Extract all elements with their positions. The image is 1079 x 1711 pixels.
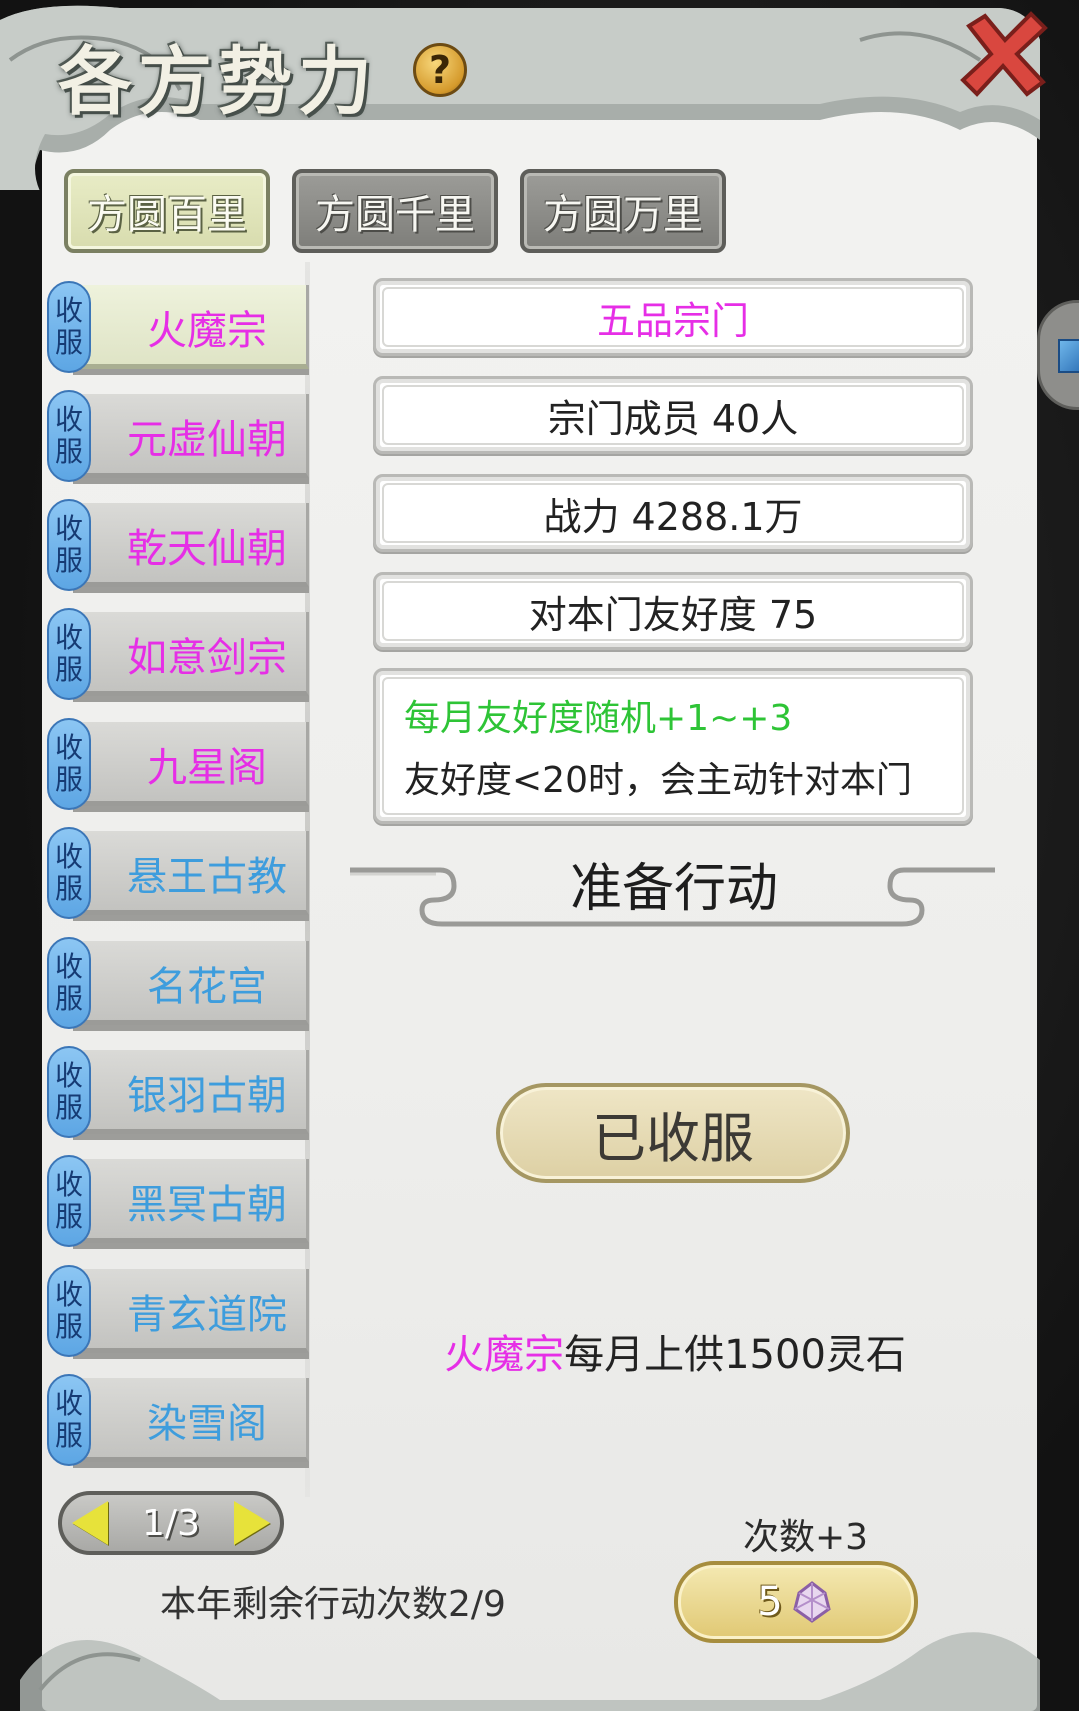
sect-name: 悬王古教 (127, 854, 287, 900)
conquered-badge: 收服 (47, 937, 91, 1029)
conquered-badge: 收服 (47, 608, 91, 700)
conquered-badge: 收服 (47, 281, 91, 373)
conquered-badge: 收服 (47, 1046, 91, 1138)
sect-item-ranxue[interactable]: 收服 染雪阁 (47, 1374, 309, 1468)
sect-item-qiantian[interactable]: 收服 乾天仙朝 (47, 499, 309, 593)
conquered-badge: 收服 (47, 1155, 91, 1247)
close-icon (960, 11, 1048, 97)
close-button[interactable] (955, 8, 1051, 100)
sect-grade: 五品宗门 (596, 298, 749, 343)
cost-amount: 5 (757, 1579, 783, 1625)
conquered-badge: 收服 (47, 827, 91, 919)
prev-page-arrow-icon[interactable] (72, 1501, 108, 1545)
sect-item-minghua[interactable]: 收服 名花宫 (47, 937, 309, 1031)
conquered-button[interactable]: 已收服 (496, 1083, 850, 1183)
sect-item-xuanwang[interactable]: 收服 悬王古教 (47, 827, 309, 921)
sect-item-ruyi[interactable]: 收服 如意剑宗 (47, 608, 309, 702)
question-icon: ? (428, 48, 452, 92)
remaining-actions-text: 本年剩余行动次数2/9 (160, 1584, 506, 1625)
conquered-badge: 收服 (47, 390, 91, 482)
members-box: 宗门成员 40人 (373, 376, 973, 454)
buy-extra-times-button[interactable]: 5 (674, 1561, 918, 1643)
page-navigator: 1/3 (58, 1491, 284, 1555)
friendship-description-box: 每月友好度随机+1~+3 友好度<20时，会主动针对本门 (373, 668, 973, 824)
cube-icon (1058, 339, 1079, 373)
tribute-sect-name: 火魔宗 (444, 1332, 565, 1378)
sect-grade-box: 五品宗门 (373, 278, 973, 356)
tribute-amount: 每月上供1500灵石 (564, 1332, 906, 1378)
page-indicator: 1/3 (142, 1502, 200, 1544)
sect-name: 如意剑宗 (127, 635, 287, 681)
sect-name: 火魔宗 (147, 308, 267, 354)
sect-name: 染雪阁 (147, 1401, 267, 1447)
sect-friendship: 对本门友好度 75 (528, 592, 818, 637)
next-page-arrow-icon[interactable] (234, 1501, 270, 1545)
power-box: 战力 4288.1万 (373, 474, 973, 552)
friendship-warning-text: 友好度<20时，会主动针对本门 (404, 760, 912, 801)
sect-name: 名花宫 (147, 964, 267, 1010)
sect-members: 宗门成员 40人 (547, 396, 799, 441)
sect-item-heiming[interactable]: 收服 黑冥古朝 (47, 1155, 309, 1249)
page-title: 各方势力 (58, 39, 378, 125)
sect-name: 银羽古朝 (127, 1073, 287, 1119)
tribute-text: 火魔宗每月上供1500灵石 (0, 1322, 1079, 1380)
sect-name: 乾天仙朝 (127, 526, 287, 572)
conquered-badge: 收服 (47, 718, 91, 810)
sect-item-yinyu[interactable]: 收服 银羽古朝 (47, 1046, 309, 1140)
friendship-growth-text: 每月友好度随机+1~+3 (404, 698, 793, 739)
sect-power: 战力 4288.1万 (543, 494, 803, 539)
friendship-box: 对本门友好度 75 (373, 572, 973, 650)
sect-name: 九星阁 (147, 745, 267, 791)
sect-name: 元虚仙朝 (127, 417, 287, 463)
sect-name: 黑冥古朝 (127, 1182, 287, 1228)
tab-qianli[interactable]: 方圆千里 (292, 169, 498, 253)
help-button[interactable]: ? (413, 43, 467, 97)
sect-item-huomo[interactable]: 收服 火魔宗 (47, 281, 309, 375)
conquered-badge: 收服 (47, 1374, 91, 1466)
conquered-badge: 收服 (47, 499, 91, 591)
extra-times-label: 次数+3 (743, 1517, 869, 1558)
tab-wanli[interactable]: 方圆万里 (520, 169, 726, 253)
sect-item-jiuxing[interactable]: 收服 九星阁 (47, 718, 309, 812)
spirit-gem-icon (793, 1581, 831, 1623)
sect-item-yuanxu[interactable]: 收服 元虚仙朝 (47, 390, 309, 484)
tab-baili[interactable]: 方圆百里 (64, 169, 270, 253)
